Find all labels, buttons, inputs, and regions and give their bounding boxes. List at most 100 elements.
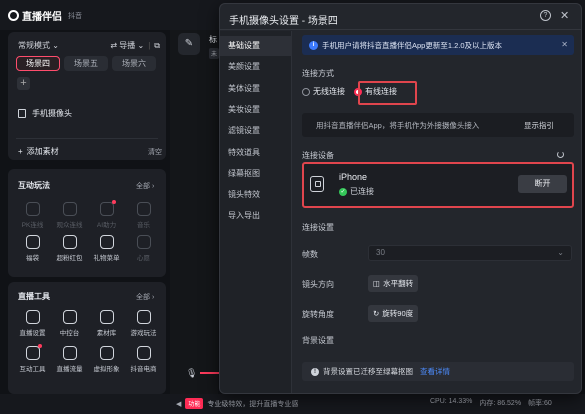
rotate-button[interactable]: ↻ 旋转90度 — [368, 305, 419, 322]
tools-item[interactable]: 抖音电商 — [125, 346, 162, 373]
disconnect-button[interactable]: 断开 — [518, 175, 567, 193]
phone-icon — [310, 176, 324, 192]
notice-close-icon[interactable]: ✕ — [561, 40, 568, 49]
interactive-item[interactable]: 音乐 — [125, 202, 162, 229]
promo-tag: 功能 — [185, 398, 204, 409]
settings-nav: 基础设置 美颜设置 美体设置 美妆设置 滤镜设置 特效道具 绿幕抠图 镜头特效 导入导出 — [220, 31, 292, 393]
preview-area — [170, 30, 218, 394]
game-icon — [136, 310, 151, 324]
info-icon: ! — [311, 367, 319, 376]
tools-all-link[interactable]: 全部 › — [136, 292, 154, 302]
settings-nav-item[interactable]: 美颜设置 — [220, 57, 292, 77]
tools-item[interactable]: 游戏玩法 — [125, 310, 162, 337]
add-source-label: 添加素材 — [26, 147, 59, 156]
device-label: 连接设备 — [302, 151, 334, 160]
camera-settings-dialog: 手机摄像头设置 - 场景四 ? ✕ 基础设置 美颜设置 美体设置 美妆设置 滤镜设置 特效… — [219, 3, 582, 394]
settings-nav-item[interactable]: 滤镜设置 — [220, 121, 292, 141]
logo-icon — [8, 10, 19, 21]
background-notice-text: 背景设置已迁移至绿幕抠图 — [323, 367, 413, 376]
check-icon: ✓ — [339, 187, 347, 196]
interactive-item[interactable]: PK连线 — [14, 202, 51, 229]
source-item[interactable]: 手机摄像头 — [18, 108, 72, 119]
interactive-all-label: 全部 — [136, 183, 150, 190]
mic-level-bar — [200, 372, 220, 374]
flip-icon: ◫ — [373, 279, 381, 288]
interactive-item[interactable]: 观众连线 — [51, 202, 88, 229]
audience-link-icon — [62, 202, 77, 216]
mode-select[interactable]: 常规模式 ⌄ — [18, 40, 59, 51]
tools-item-label: 虚拟形象 — [93, 366, 120, 373]
settings-nav-item[interactable]: 导入导出 — [220, 206, 292, 226]
new-badge-dot — [37, 344, 42, 348]
wireless-label: 无线连接 — [313, 87, 345, 96]
scene-tab-5[interactable]: 场景五 — [64, 56, 108, 71]
tools-item[interactable]: 互动工具 — [14, 344, 51, 373]
speaker-icon: ◀ — [176, 400, 182, 408]
divider — [16, 138, 158, 139]
interactive-item[interactable]: 福袋 — [14, 235, 51, 262]
wired-highlight-box — [358, 81, 417, 105]
settings-nav-item[interactable]: 镜头特效 — [220, 185, 292, 205]
tools-item[interactable]: 虚拟形象 — [88, 346, 125, 373]
fps-label: 帧数 — [302, 250, 318, 259]
interactive-title: 互动玩法 — [18, 181, 50, 190]
interaction-tool-icon — [25, 344, 42, 360]
refresh-spinner-icon[interactable] — [557, 151, 564, 158]
conn-settings-label: 连接设置 — [302, 223, 334, 232]
show-guide-link[interactable]: 显示指引 — [524, 120, 554, 131]
music-icon — [136, 202, 151, 216]
tools-item[interactable]: 直播流量 — [51, 346, 88, 373]
settings-nav-item[interactable]: 美妆设置 — [220, 100, 292, 120]
tools-item[interactable]: 中控台 — [51, 310, 88, 337]
avatar-icon — [99, 346, 114, 360]
interactive-item-label: 心愿 — [137, 255, 150, 262]
tools-grid: 直播设置 中控台 素材库 游戏玩法互动工具 直播流量 虚拟形象 抖音电商 — [14, 310, 162, 373]
tools-item[interactable]: 直播设置 — [14, 310, 51, 337]
settings-nav-item[interactable]: 美体设置 — [220, 79, 292, 99]
source-item-label: 手机摄像头 — [32, 109, 72, 118]
settings-nav-item[interactable]: 基础设置 — [220, 36, 292, 56]
tools-item-label: 直播设置 — [19, 330, 46, 337]
live-settings-icon — [25, 310, 40, 324]
clear-button[interactable]: 清空 — [148, 147, 162, 157]
close-icon[interactable]: ✕ — [560, 9, 569, 22]
info-icon: i — [309, 40, 318, 50]
interactive-item[interactable]: AI助力 — [88, 200, 125, 229]
interactive-item[interactable]: 礼物菜单 — [88, 235, 125, 262]
fps-select[interactable]: 30 ⌄ — [368, 245, 572, 261]
interactive-all-link[interactable]: 全部 › — [136, 181, 154, 191]
settings-nav-item[interactable]: 特效道具 — [220, 143, 292, 163]
scene-tab-6[interactable]: 场景六 — [112, 56, 156, 71]
direction-label: 镜头方向 — [302, 280, 334, 289]
interactive-item[interactable]: 心愿 — [125, 235, 162, 262]
add-scene-button[interactable]: + — [17, 77, 30, 90]
mic-icon[interactable]: 🎙 — [186, 368, 197, 379]
settings-nav-item[interactable]: 绿幕抠图 — [220, 164, 292, 184]
add-scene-icon[interactable]: ⧉ — [154, 41, 160, 51]
interactive-item-label: PK连线 — [21, 222, 44, 229]
device-status: ✓ 已连接 — [339, 186, 374, 197]
edit-icon[interactable]: ✎ — [178, 33, 200, 55]
scene-tab-4[interactable]: 场景四 — [16, 56, 60, 71]
view-details-link[interactable]: 查看详情 — [420, 366, 450, 377]
tools-item-label: 游戏玩法 — [130, 330, 157, 337]
wireless-radio[interactable]: 无线连接 — [302, 86, 345, 97]
promo-banner[interactable]: ◀ 功能 专业级特效，提升直播专业感 — [176, 398, 298, 409]
scene-tabs: 场景四 场景五 场景六 — [16, 56, 156, 71]
interactive-item[interactable]: 超粉红包 — [51, 235, 88, 262]
tools-panel: 直播工具 全部 › 直播设置 中控台 素材库 游戏玩法 互动工具 直播流量 虚拟形象 抖音电商 — [8, 282, 166, 394]
add-source-button[interactable]: + 添加素材 — [18, 146, 59, 157]
wish-icon — [136, 235, 151, 249]
mode-bar: 常规模式 ⌄ ⇄ 导播 ⌄ | ⧉ — [18, 40, 160, 51]
interactive-item-label: 观众连线 — [56, 222, 83, 229]
device-name: iPhone — [339, 172, 368, 182]
help-icon[interactable]: ? — [540, 10, 551, 21]
flip-horizontal-button[interactable]: ◫ 水平翻转 — [368, 275, 419, 292]
update-notice-text: 手机用户请将抖音直播伴侣App更新至1.2.0及以上版本 — [322, 40, 503, 50]
tools-item-label: 中控台 — [59, 330, 80, 337]
import-button[interactable]: ⇄ 导播 ⌄ — [110, 40, 144, 51]
phone-camera-icon — [18, 109, 26, 118]
interactive-item-label: 福袋 — [26, 255, 39, 262]
tools-item[interactable]: 素材库 — [88, 310, 125, 337]
interactive-panel: 互动玩法 全部 › PK连线 观众连线 AI助力 音乐福袋 超粉红包 礼物菜单 心愿 — [8, 169, 166, 277]
